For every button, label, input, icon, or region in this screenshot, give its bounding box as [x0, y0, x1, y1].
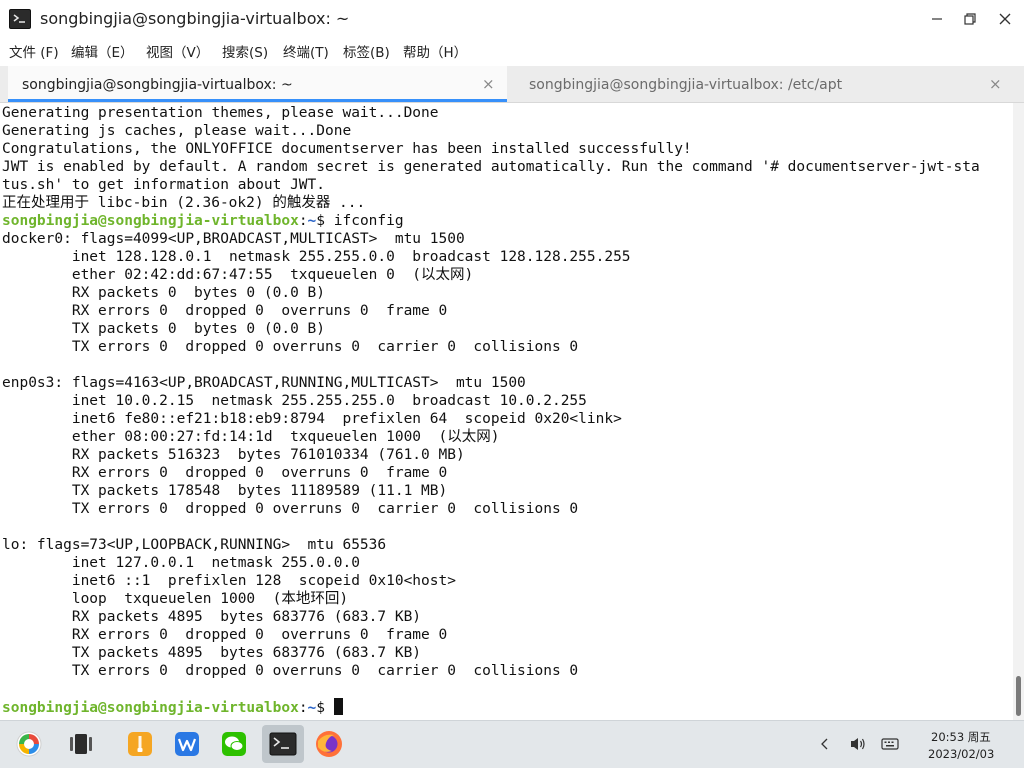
- terminal-line: Congratulations, the ONLYOFFICE document…: [2, 141, 692, 157]
- terminal-line: docker0: flags=4099<UP,BROADCAST,MULTICA…: [2, 231, 465, 247]
- keyboard-icon: [881, 738, 899, 750]
- terminal-line: TX packets 0 bytes 0 (0.0 B): [2, 321, 326, 337]
- terminal-command: ifconfig: [333, 213, 404, 229]
- terminal-line: 正在处理用于 libc-bin (2.36-ok2) 的触发器 ...: [2, 195, 366, 211]
- menu-bar: 文件 (F) 编辑（E） 视图（V） 搜索(S) 终端(T) 标签(B) 帮助（…: [0, 40, 1024, 66]
- clock-time[interactable]: 20:53 周五: [931, 730, 991, 744]
- terminal-taskbar-button[interactable]: [262, 725, 304, 763]
- prompt-path: ~: [307, 213, 317, 229]
- wps-office-button[interactable]: [169, 726, 205, 762]
- multitask-view-button[interactable]: [63, 726, 99, 762]
- terminal-line: RX errors 0 dropped 0 overruns 0 frame 0: [2, 465, 448, 481]
- terminal-line: JWT is enabled by default. A random secr…: [2, 159, 980, 175]
- prompt-symbol: $: [316, 213, 334, 229]
- terminal-prompt-line: songbingjia@songbingjia-virtualbox:~$ if…: [2, 213, 404, 229]
- chevron-left-icon: [821, 738, 828, 750]
- prompt-path: ~: [307, 700, 317, 716]
- terminal-line: ether 02:42:dd:67:47:55 txqueuelen 0 (以太…: [2, 267, 474, 283]
- firefox-button[interactable]: [311, 726, 347, 762]
- tab-etc-apt-close-icon[interactable]: ×: [989, 75, 1002, 93]
- terminal-app-icon: [9, 9, 31, 29]
- terminal-line: inet 128.128.0.1 netmask 255.255.0.0 bro…: [2, 249, 631, 265]
- tray-expand-button[interactable]: [814, 726, 836, 762]
- menu-search[interactable]: 搜索(S): [222, 44, 268, 62]
- scrollbar-track[interactable]: [1013, 103, 1024, 720]
- terminal-line: RX packets 516323 bytes 761010334 (761.0…: [2, 447, 465, 463]
- tab-home[interactable]: songbingjia@songbingjia-virtualbox: ~ ×: [8, 66, 507, 102]
- terminal-line: RX errors 0 dropped 0 overruns 0 frame 0: [2, 627, 448, 643]
- window-title: songbingjia@songbingjia-virtualbox: ~: [40, 9, 350, 28]
- scrollbar-thumb[interactable]: [1016, 676, 1021, 716]
- tab-etc-apt[interactable]: songbingjia@songbingjia-virtualbox: /etc…: [507, 66, 1016, 102]
- terminal-line: TX packets 4895 bytes 683776 (683.7 KB): [2, 645, 422, 661]
- terminal-line: RX errors 0 dropped 0 overruns 0 frame 0: [2, 303, 448, 319]
- terminal-line: TX errors 0 dropped 0 overruns 0 carrier…: [2, 339, 579, 355]
- volume-icon: [851, 738, 865, 750]
- wechat-button[interactable]: [216, 726, 252, 762]
- terminal-prompt-line: songbingjia@songbingjia-virtualbox:~$: [2, 698, 343, 716]
- wechat-icon: [222, 732, 246, 756]
- start-menu-icon: [16, 731, 42, 757]
- menu-edit[interactable]: 编辑（E）: [71, 44, 134, 62]
- close-button[interactable]: [996, 10, 1014, 28]
- restore-icon: [964, 13, 976, 25]
- terminal-line: inet6 ::1 prefixlen 128 scopeid 0x10<hos…: [2, 573, 456, 589]
- menu-file[interactable]: 文件 (F): [9, 44, 59, 62]
- tab-home-close-icon[interactable]: ×: [482, 75, 495, 93]
- terminal-line: TX errors 0 dropped 0 overruns 0 carrier…: [2, 501, 579, 517]
- title-bar: songbingjia@songbingjia-virtualbox: ~: [0, 0, 1024, 40]
- prompt-user: songbingjia@songbingjia-virtualbox: [2, 700, 299, 716]
- tab-home-label: songbingjia@songbingjia-virtualbox: ~: [22, 77, 293, 93]
- clock-date[interactable]: 2023/02/03: [928, 747, 994, 761]
- close-icon: [999, 13, 1011, 25]
- wps-office-icon: [175, 732, 199, 756]
- terminal-line: Generating presentation themes, please w…: [2, 105, 439, 121]
- terminal-line: TX packets 178548 bytes 11189589 (11.1 M…: [2, 483, 448, 499]
- menu-help[interactable]: 帮助（H）: [403, 44, 467, 62]
- terminal-line: loop txqueuelen 1000 (本地环回): [2, 591, 349, 607]
- terminal-line: inet6 fe80::ef21:b18:eb9:8794 prefixlen …: [2, 411, 622, 427]
- firefox-icon: [316, 731, 342, 757]
- menu-view[interactable]: 视图（V）: [146, 44, 209, 62]
- restore-button[interactable]: [961, 10, 979, 28]
- tab-bar: songbingjia@songbingjia-virtualbox: ~ × …: [0, 66, 1024, 103]
- terminal-line: lo: flags=73<UP,LOOPBACK,RUNNING> mtu 65…: [2, 537, 387, 553]
- minimize-button[interactable]: [928, 10, 946, 28]
- terminal-line: inet 10.0.2.15 netmask 255.255.255.0 bro…: [2, 393, 587, 409]
- menu-terminal[interactable]: 终端(T): [283, 44, 329, 62]
- file-manager-icon: [128, 732, 152, 756]
- terminal-cursor: [333, 698, 343, 715]
- terminal-line: inet 127.0.0.1 netmask 255.0.0.0: [2, 555, 360, 571]
- terminal-line: enp0s3: flags=4163<UP,BROADCAST,RUNNING,…: [2, 375, 526, 391]
- terminal-line: RX packets 4895 bytes 683776 (683.7 KB): [2, 609, 422, 625]
- prompt-user: songbingjia@songbingjia-virtualbox: [2, 213, 299, 229]
- start-menu-button[interactable]: [11, 726, 47, 762]
- tab-etc-apt-label: songbingjia@songbingjia-virtualbox: /etc…: [529, 77, 843, 93]
- multitask-view-icon: [70, 734, 92, 754]
- prompt-symbol: $: [316, 700, 334, 716]
- taskbar: 20:53 周五 2023/02/03: [0, 720, 1024, 768]
- terminal-icon: [269, 732, 297, 756]
- terminal-line: ether 08:00:27:fd:14:1d txqueuelen 1000 …: [2, 429, 500, 445]
- menu-tabs[interactable]: 标签(B): [343, 44, 390, 62]
- volume-button[interactable]: [846, 726, 870, 762]
- terminal-line: TX errors 0 dropped 0 overruns 0 carrier…: [2, 663, 579, 679]
- terminal-output[interactable]: Generating presentation themes, please w…: [0, 103, 1013, 720]
- minimize-icon: [932, 18, 942, 20]
- terminal-line: RX packets 0 bytes 0 (0.0 B): [2, 285, 326, 301]
- terminal-line: Generating js caches, please wait...Done: [2, 123, 352, 139]
- keyboard-button[interactable]: [878, 726, 902, 762]
- terminal-line: tus.sh' to get information about JWT.: [2, 177, 326, 193]
- file-manager-button[interactable]: [122, 726, 158, 762]
